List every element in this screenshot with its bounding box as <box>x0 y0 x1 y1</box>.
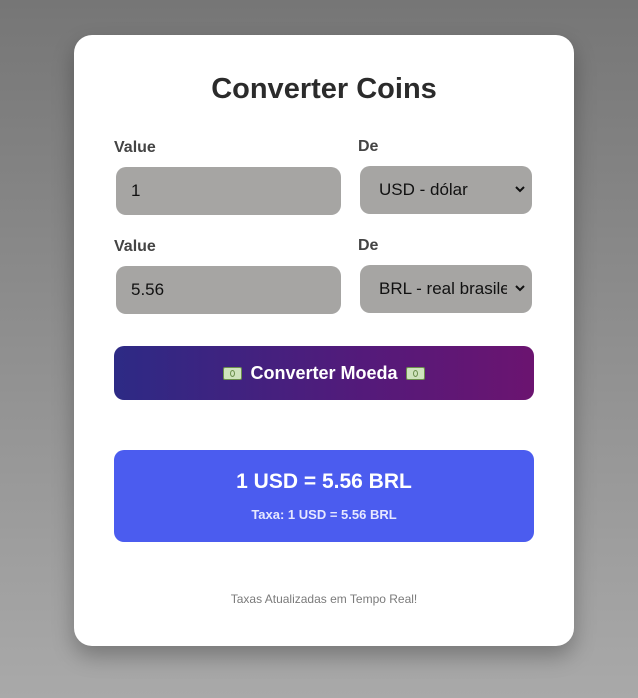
currency-select-from[interactable]: USD - dólar <box>360 166 532 214</box>
convert-button-label: Converter Moeda <box>250 362 398 383</box>
value-input-to[interactable] <box>116 266 341 314</box>
result-box: 1 USD = 5.56 BRL Taxa: 1 USD = 5.56 BRL <box>114 450 534 542</box>
value-label-1: Value <box>114 139 156 156</box>
page-title: Converter Coins <box>211 73 437 105</box>
currency-label-1: De <box>358 138 379 155</box>
currency-label-2: De <box>358 237 379 254</box>
value-input-from[interactable] <box>116 167 341 215</box>
currency-select-from-value: USD - dólar <box>379 180 468 199</box>
money-bill-icon <box>405 366 425 380</box>
result-main: 1 USD = 5.56 BRL <box>236 470 412 493</box>
convert-button[interactable]: Converter Moeda <box>114 346 534 400</box>
money-bill-icon <box>223 366 243 380</box>
currency-select-to-value: BRL - real brasile <box>379 279 507 298</box>
currency-select-to[interactable]: BRL - real brasile <box>360 265 532 313</box>
value-label-2: Value <box>114 238 156 255</box>
footer-note: Taxas Atualizadas em Tempo Real! <box>230 592 418 606</box>
chevron-down-icon <box>515 186 525 193</box>
result-rate: Taxa: 1 USD = 5.56 BRL <box>251 507 397 522</box>
converter-card: Converter Coins Value De USD - dólar Val… <box>74 35 574 646</box>
chevron-down-icon <box>515 285 525 292</box>
